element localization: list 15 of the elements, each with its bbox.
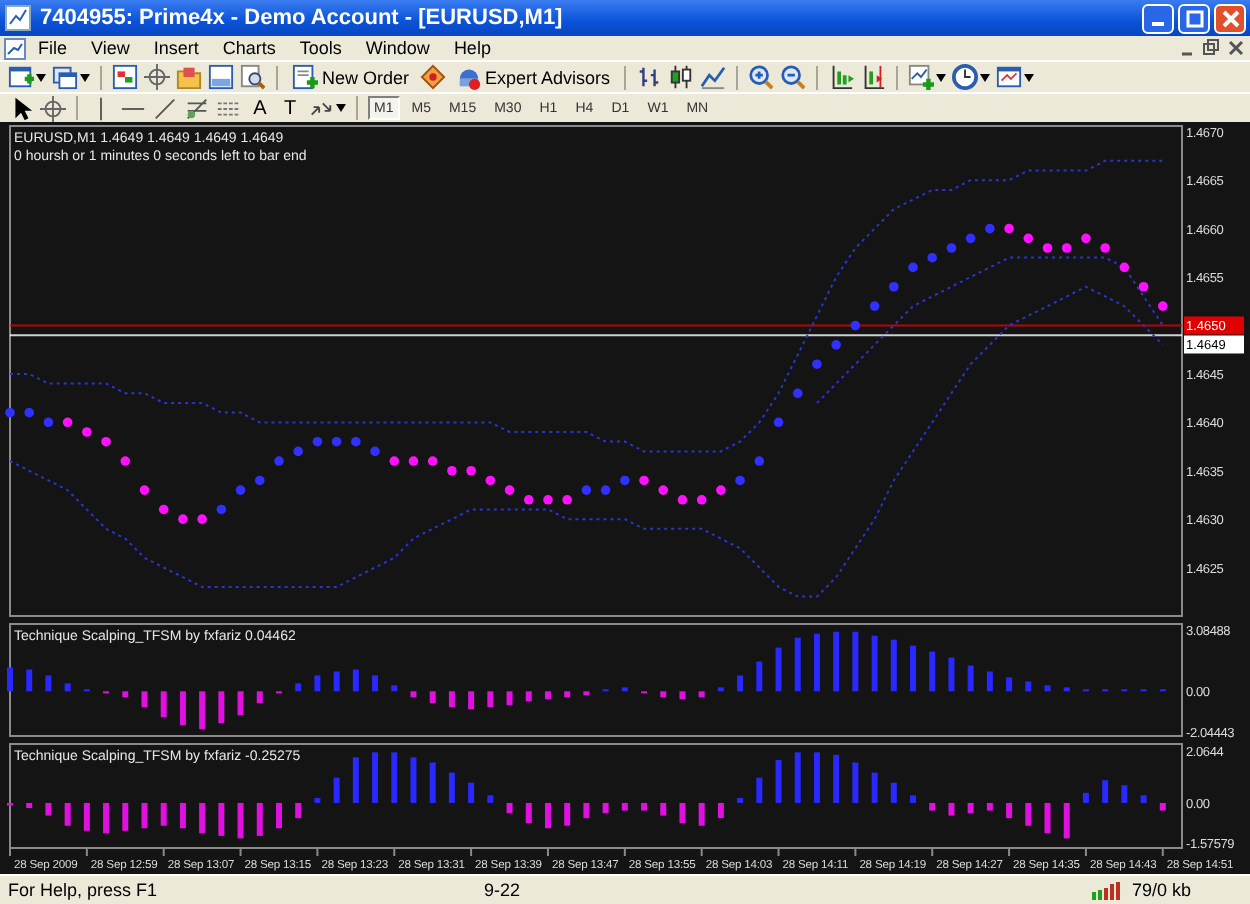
menu-item[interactable]: Charts	[210, 38, 288, 58]
window-title: 7404955: Prime4x - Demo Account - [EURUSD,M1]	[40, 6, 565, 30]
menu-item[interactable]: Window	[353, 38, 442, 58]
expert-advisors-button[interactable]: Expert Advisors	[451, 63, 615, 91]
traffic-text: 79/0 kb	[1130, 880, 1194, 900]
menu-item[interactable]: View	[79, 38, 142, 58]
menu-item[interactable]: Tools	[287, 38, 354, 58]
status-text: For Help, press F1	[6, 880, 160, 900]
menu-item[interactable]: Help	[441, 38, 503, 58]
label-tool[interactable]: T	[278, 97, 302, 119]
text-tool[interactable]: A	[248, 97, 272, 119]
menu-item[interactable]: Insert	[141, 38, 211, 58]
profile-name: 9-22	[482, 880, 523, 900]
menu-item[interactable]: File	[26, 38, 80, 58]
new-order-button[interactable]: New Order	[288, 63, 414, 91]
